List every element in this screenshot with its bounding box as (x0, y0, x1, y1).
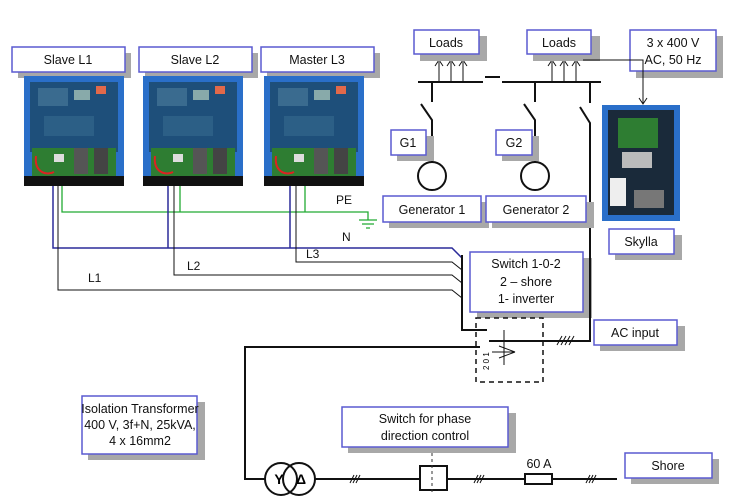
supply-label-2: AC, 50 Hz (645, 53, 702, 67)
switch-label-2: 2 – shore (500, 275, 552, 289)
ac-input-box: AC input (593, 319, 685, 351)
slave-l2-unit: Slave L2 (138, 46, 258, 187)
loads-label: Loads (429, 36, 463, 50)
wye-label: Y (274, 471, 284, 487)
delta-label: Δ (296, 471, 306, 487)
master-l3-label: Master L3 (289, 53, 345, 67)
generator-icon (520, 161, 550, 191)
isolation-transformer-box: Isolation Transformer 400 V, 3f+N, 25kVA… (81, 395, 205, 460)
skylla-label: Skylla (624, 235, 657, 249)
switch-positions: 2 0 1 (482, 352, 491, 370)
ground-icon (359, 219, 377, 229)
inverter-photo (263, 75, 365, 187)
pe-wire: PE (61, 186, 377, 229)
phase-switch-box: Switch for phase direction control (341, 406, 516, 453)
pe-label: PE (336, 193, 352, 207)
phase-switch-symbol (419, 465, 448, 491)
generator-1: G1 Generator 1 (382, 82, 489, 228)
n-label: N (342, 230, 351, 244)
slave-l2-label: Slave L2 (171, 53, 220, 67)
g1-label: G1 (400, 136, 417, 150)
slave-l1-unit: Slave L1 (11, 46, 131, 187)
shore-box: Shore (624, 452, 719, 484)
inverter-photo (142, 75, 244, 187)
loads-box-2: Loads (526, 29, 600, 61)
g2-label: G2 (506, 136, 523, 150)
l3-label: L3 (306, 247, 320, 261)
skylla-unit: Skylla (602, 105, 682, 260)
fuse-label: 60 A (526, 457, 552, 471)
load-arrows (434, 59, 581, 82)
supply-label-1: 3 x 400 V (647, 36, 700, 50)
transformer-label-1: Isolation Transformer (81, 402, 198, 416)
ac-input-label: AC input (611, 326, 659, 340)
master-l3-unit: Master L3 (260, 46, 380, 187)
fuse-symbol (524, 473, 553, 485)
slave-l1-label: Slave L1 (44, 53, 93, 67)
switch-1-0-2: Switch 1-0-2 2 – shore 1- inverter 2 0 1 (469, 251, 592, 383)
l2-label: L2 (187, 259, 201, 273)
switch-label-3: 1- inverter (498, 292, 554, 306)
loads-label: Loads (542, 36, 576, 50)
supply-box: 3 x 400 V AC, 50 Hz (629, 29, 723, 78)
transformer-label-2: 400 V, 3f+N, 25kVA, (84, 418, 196, 432)
transformer-label-3: 4 x 16mm2 (109, 434, 171, 448)
generator-2: G2 Generator 2 (485, 82, 594, 228)
generator-1-label: Generator 1 (399, 203, 466, 217)
loads-box-1: Loads (413, 29, 487, 61)
generator-icon (417, 161, 447, 191)
switch-symbol (492, 330, 516, 365)
bus-bar (418, 76, 601, 83)
switch-label-1: Switch 1-0-2 (491, 257, 561, 271)
l1-label: L1 (88, 271, 102, 285)
generator-2-label: Generator 2 (503, 203, 570, 217)
shore-label: Shore (651, 459, 684, 473)
phase-switch-label-2: direction control (381, 429, 469, 443)
wiring-diagram: Slave L1 Slave L2 Master L3 PE N L3 L2 L… (11, 29, 723, 496)
phase-switch-label-1: Switch for phase (379, 412, 471, 426)
inverter-photo (23, 75, 125, 187)
transformer-symbol: Y Δ (264, 462, 316, 496)
